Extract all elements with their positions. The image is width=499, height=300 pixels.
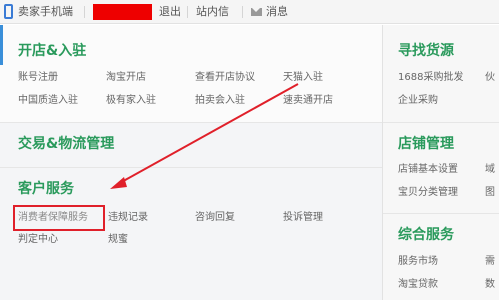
annotation-arrow [110, 83, 299, 189]
